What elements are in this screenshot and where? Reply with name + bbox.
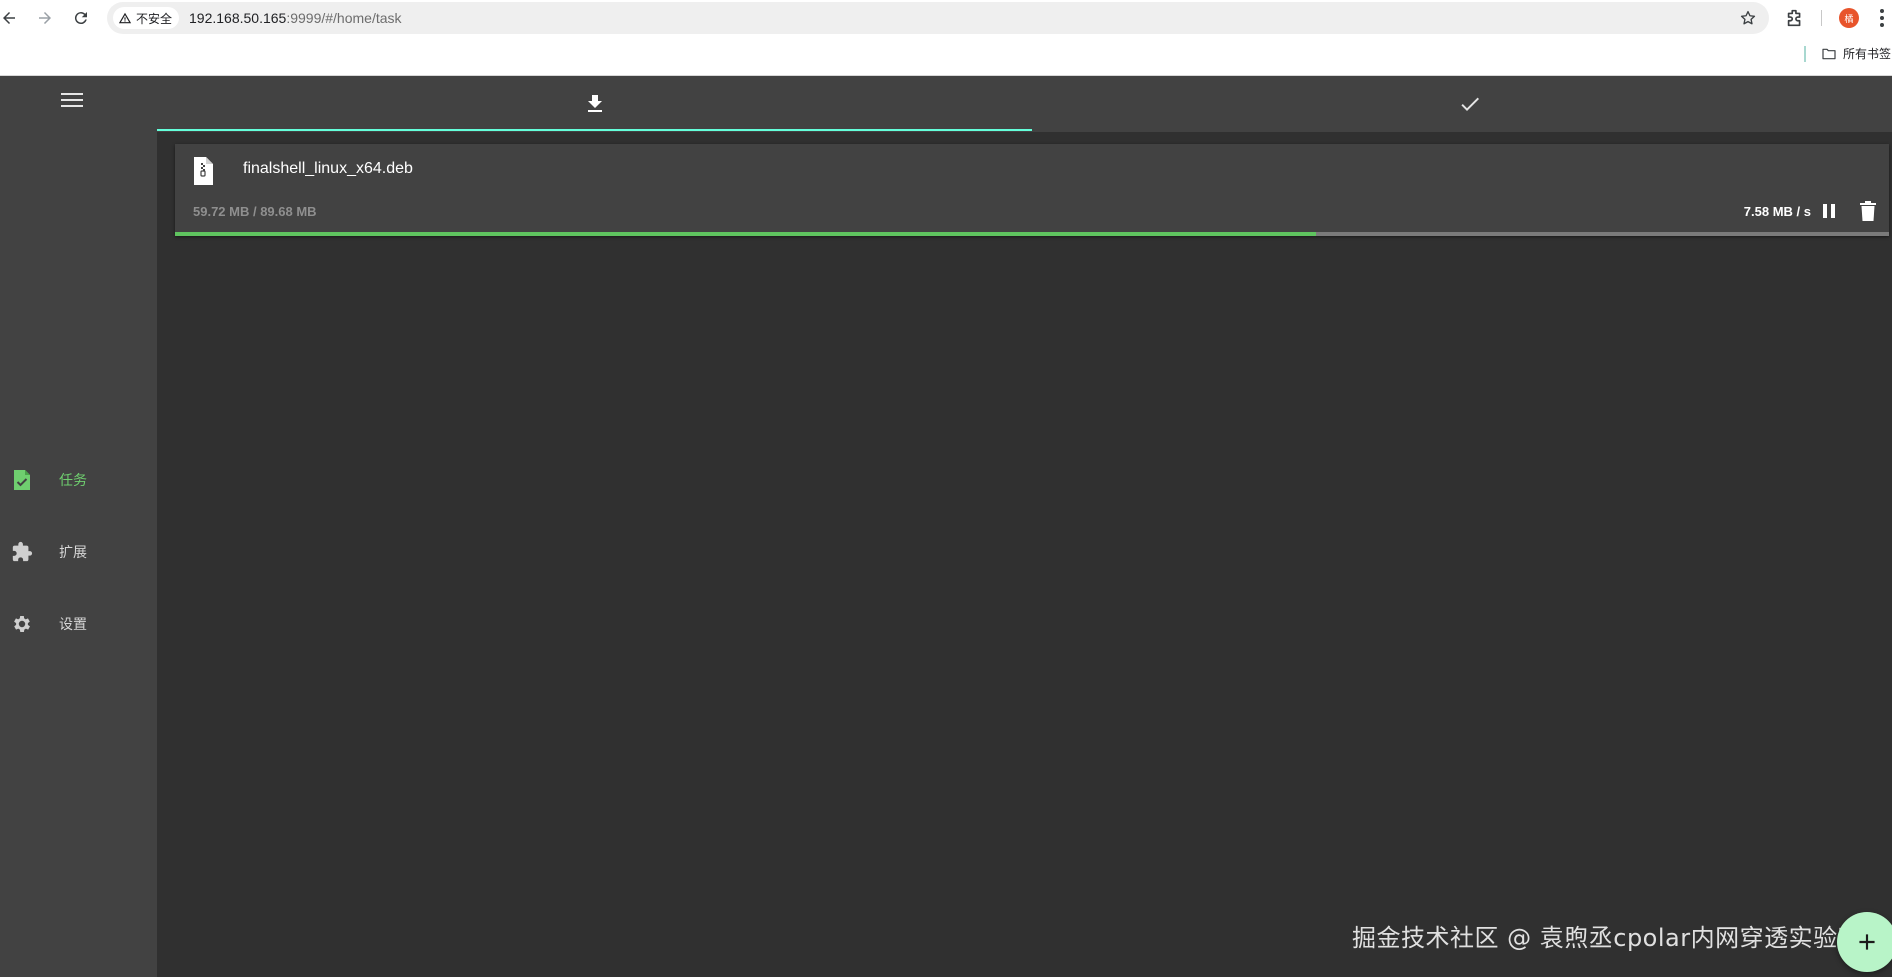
menu-icon[interactable] <box>59 87 85 113</box>
check-icon <box>1460 97 1479 111</box>
reload-icon[interactable] <box>69 6 93 30</box>
back-icon[interactable] <box>0 6 21 30</box>
extensions-icon[interactable] <box>1784 7 1806 29</box>
sidebar: 任务 扩展 设置 <box>0 76 157 977</box>
profile-initial: 橘 <box>1844 13 1854 24</box>
folder-icon <box>1822 48 1836 59</box>
forward-icon[interactable] <box>33 6 57 30</box>
pause-icon <box>1823 204 1835 218</box>
progress-fill <box>175 232 1317 236</box>
sidebar-item-settings[interactable]: 设置 <box>0 600 157 648</box>
tab-active-indicator <box>157 129 1032 131</box>
watermark: 掘金技术社区 @ 袁煦丞cpolar内网穿透实验室 <box>1352 924 1863 952</box>
task-icon <box>10 468 34 492</box>
pause-button[interactable] <box>1819 201 1839 221</box>
download-icon <box>587 95 602 112</box>
url-text[interactable]: 192.168.50.165:9999/#/home/task <box>189 10 402 26</box>
security-chip[interactable]: 不安全 <box>113 7 180 29</box>
plus-icon <box>1859 934 1875 950</box>
browser-toolbar: 不安全 192.168.50.165:9999/#/home/task 橘 所有… <box>0 0 1892 76</box>
progress-bar <box>175 232 1889 236</box>
sidebar-item-extensions[interactable]: 扩展 <box>0 528 157 576</box>
warning-icon <box>118 12 132 24</box>
profile-avatar[interactable]: 橘 <box>1839 8 1859 28</box>
trash-icon <box>1860 201 1876 221</box>
sidebar-item-task[interactable]: 任务 <box>0 456 157 504</box>
task-tabs <box>157 76 1892 132</box>
sidebar-item-label: 扩展 <box>59 544 87 560</box>
sidebar-item-label: 任务 <box>59 472 87 488</box>
more-menu-icon[interactable] <box>1876 7 1888 29</box>
download-size: 59.72 MB / 89.68 MB <box>193 204 317 219</box>
delete-button[interactable] <box>1857 200 1879 222</box>
url-host: 192.168.50.165 <box>189 10 287 26</box>
download-speed: 7.58 MB / s <box>1743 204 1811 219</box>
bookmarks-label: 所有书签 <box>1843 47 1892 61</box>
toolbar-divider <box>1821 10 1822 26</box>
sidebar-item-label: 设置 <box>59 616 87 632</box>
task-item[interactable]: finalshell_linux_x64.deb 59.72 MB / 89.6… <box>175 144 1889 236</box>
add-task-button[interactable] <box>1837 912 1892 972</box>
zip-file-icon <box>194 157 213 185</box>
address-bar[interactable]: 不安全 192.168.50.165:9999/#/home/task <box>107 2 1769 34</box>
bookmark-star-icon[interactable] <box>1739 9 1757 27</box>
all-bookmarks-button[interactable]: 所有书签 <box>1821 45 1891 62</box>
tab-completed[interactable] <box>1032 76 1892 132</box>
url-path: :9999/#/home/task <box>286 10 402 26</box>
security-label: 不安全 <box>136 11 173 26</box>
puzzle-icon <box>10 540 34 564</box>
gear-icon <box>10 612 34 636</box>
file-name: finalshell_linux_x64.deb <box>243 160 413 177</box>
bookmark-bar-divider <box>1804 46 1806 62</box>
tab-downloading[interactable] <box>157 76 1032 132</box>
